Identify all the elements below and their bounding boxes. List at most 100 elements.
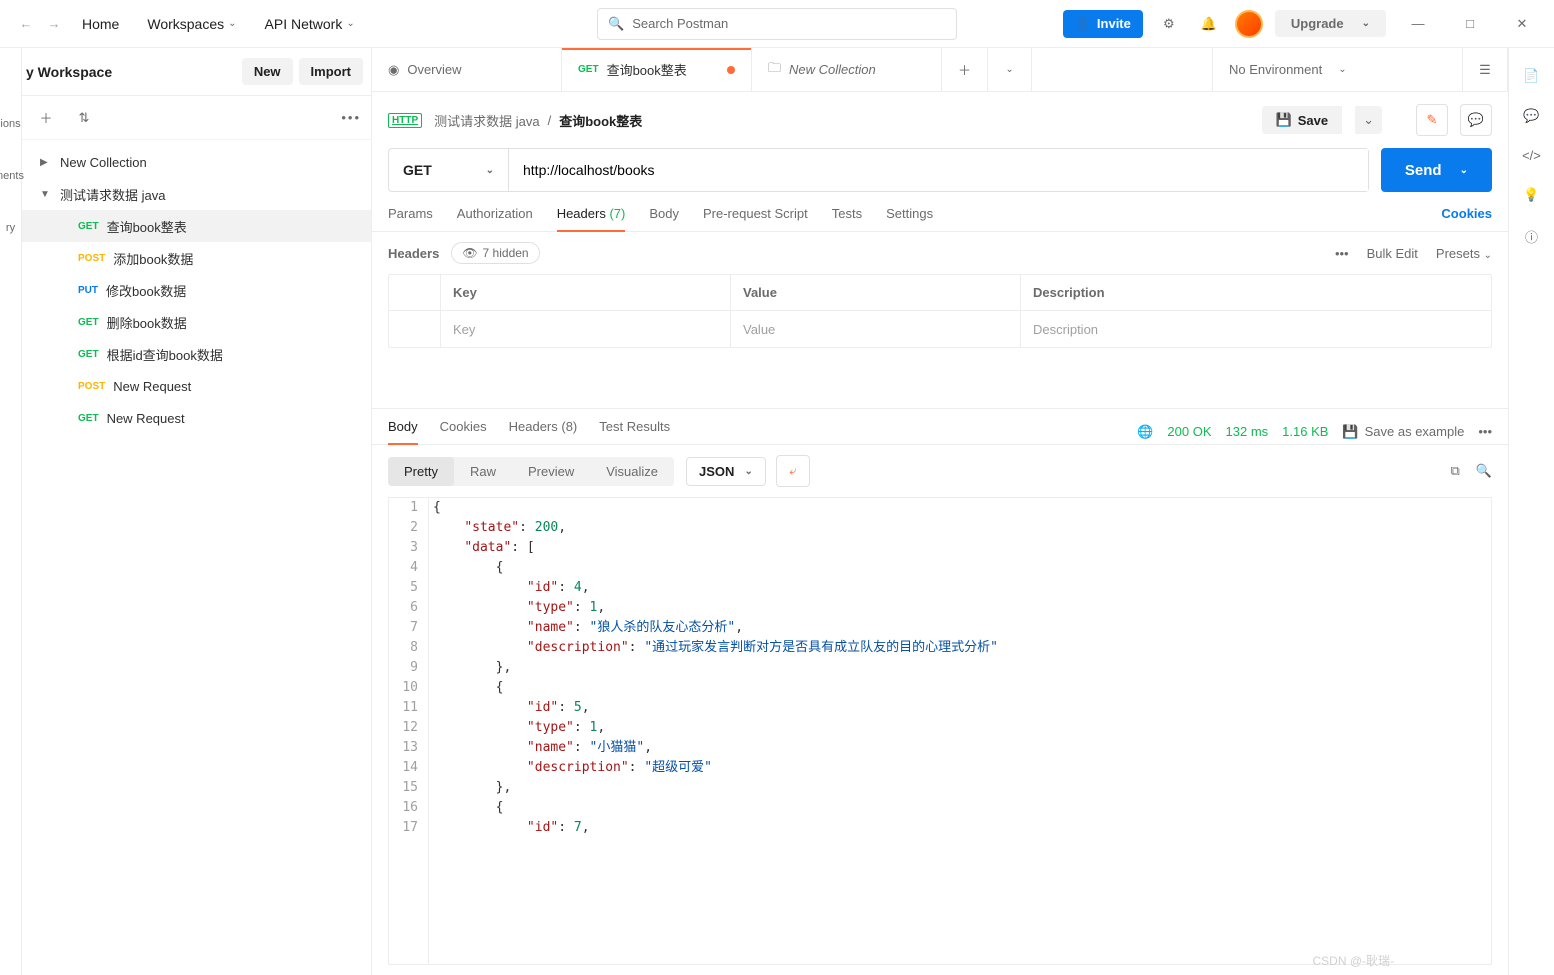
- sidebar-request[interactable]: POST添加book数据: [22, 242, 371, 274]
- sidebar-folder[interactable]: ▶New Collection: [22, 146, 371, 178]
- sidebar-folder[interactable]: ▼测试请求数据 java: [22, 178, 371, 210]
- tab-headers[interactable]: Headers (7): [557, 206, 626, 231]
- editor-tab[interactable]: GET查询book整表: [562, 48, 752, 91]
- resp-tab-test-results[interactable]: Test Results: [599, 419, 670, 444]
- more-icon[interactable]: •••: [1478, 424, 1492, 439]
- sidebar-request[interactable]: PUT修改book数据: [22, 274, 371, 306]
- breadcrumb: 测试请求数据 java / 查询book整表: [434, 111, 642, 130]
- new-tab-button[interactable]: ＋: [942, 48, 988, 91]
- header-value-input[interactable]: Value: [731, 311, 1021, 347]
- http-badge: HTTP: [388, 113, 422, 128]
- hidden-headers-badge[interactable]: 👁7 hidden: [451, 242, 539, 264]
- invite-button[interactable]: 👤Invite: [1063, 10, 1143, 38]
- chevron-down-icon: ⌄: [346, 18, 354, 29]
- header-key-input[interactable]: Key: [441, 311, 731, 347]
- format-select[interactable]: JSON⌄: [686, 457, 766, 486]
- view-raw[interactable]: Raw: [454, 457, 512, 486]
- sidebar-request[interactable]: POSTNew Request: [22, 370, 371, 402]
- presets-dropdown[interactable]: Presets ⌄: [1436, 246, 1492, 261]
- import-button[interactable]: Import: [299, 58, 363, 85]
- resp-tab-headers[interactable]: Headers (8): [509, 419, 578, 444]
- unsaved-indicator: [727, 66, 735, 74]
- request-name: 查询book整表: [559, 111, 642, 130]
- search-input[interactable]: 🔍 Search Postman: [597, 8, 957, 40]
- wrap-lines-icon[interactable]: ⤶: [776, 455, 810, 487]
- view-visualize[interactable]: Visualize: [590, 457, 674, 486]
- tips-icon[interactable]: 💡: [1523, 187, 1539, 203]
- nav-home[interactable]: Home: [68, 16, 133, 32]
- info-icon[interactable]: ⓘ: [1525, 227, 1538, 246]
- method-badge: GET: [78, 221, 99, 232]
- search-response-icon[interactable]: 🔍: [1476, 463, 1492, 479]
- tab-prerequest[interactable]: Pre-request Script: [703, 206, 808, 231]
- copy-icon[interactable]: ⧉: [1451, 463, 1460, 479]
- chevron-icon: ▶: [40, 157, 52, 168]
- save-as-example[interactable]: 💾Save as example: [1342, 424, 1464, 440]
- nav-back-icon[interactable]: ←: [12, 10, 40, 38]
- tab-params[interactable]: Params: [388, 206, 433, 231]
- tab-tests[interactable]: Tests: [832, 206, 862, 231]
- save-dropdown[interactable]: ⌄: [1355, 106, 1382, 134]
- editor-tab[interactable]: 🗀New Collection: [752, 48, 942, 91]
- method-badge: GET: [78, 317, 99, 328]
- view-preview[interactable]: Preview: [512, 457, 590, 486]
- response-size: 1.16 KB: [1282, 424, 1328, 439]
- comment-icon[interactable]: 💬: [1460, 104, 1492, 136]
- upgrade-button[interactable]: Upgrade⌄: [1275, 10, 1386, 37]
- header-desc-input[interactable]: Description: [1021, 311, 1491, 347]
- nav-forward-icon[interactable]: →: [40, 10, 68, 38]
- resp-tab-body[interactable]: Body: [388, 419, 418, 444]
- new-button[interactable]: New: [242, 58, 293, 85]
- docs-icon[interactable]: 📄: [1523, 68, 1539, 84]
- tab-settings[interactable]: Settings: [886, 206, 933, 231]
- editor-tab[interactable]: ◉Overview: [372, 48, 562, 91]
- avatar[interactable]: [1235, 10, 1263, 38]
- collection-icon: 🗀: [768, 59, 781, 81]
- view-pretty[interactable]: Pretty: [388, 457, 454, 486]
- cookies-link[interactable]: Cookies: [1441, 206, 1492, 231]
- url-input[interactable]: [509, 149, 1368, 191]
- sidebar-request[interactable]: GET删除book数据: [22, 306, 371, 338]
- comments-icon[interactable]: 💬: [1523, 108, 1539, 124]
- bulk-edit-link[interactable]: Bulk Edit: [1367, 246, 1418, 261]
- settings-icon[interactable]: ⚙: [1155, 10, 1183, 38]
- resp-tab-cookies[interactable]: Cookies: [440, 419, 487, 444]
- sidebar-request[interactable]: GETNew Request: [22, 402, 371, 434]
- add-icon[interactable]: ＋: [32, 104, 60, 132]
- collections-rail: ions nents ry: [0, 48, 22, 975]
- window-minimize-icon[interactable]: —: [1398, 4, 1438, 44]
- nav-workspaces[interactable]: Workspaces⌄: [133, 16, 250, 32]
- method-select[interactable]: GET⌄: [389, 149, 509, 191]
- tabs-dropdown[interactable]: ⌄: [988, 48, 1032, 91]
- col-key: Key: [441, 275, 731, 310]
- chevron-icon: ▼: [40, 189, 52, 200]
- edit-icon[interactable]: ✎: [1416, 104, 1448, 136]
- notifications-icon[interactable]: 🔔: [1195, 10, 1223, 38]
- globe-icon[interactable]: 🌐: [1137, 424, 1153, 440]
- more-icon[interactable]: •••: [341, 110, 361, 125]
- overview-icon: ◉: [388, 62, 399, 78]
- sidebar-request[interactable]: GET根据id查询book数据: [22, 338, 371, 370]
- topbar: ← → Home Workspaces⌄ API Network⌄ 🔍 Sear…: [0, 0, 1554, 48]
- eye-icon: 👁: [462, 246, 477, 260]
- tab-authorization[interactable]: Authorization: [457, 206, 533, 231]
- window-maximize-icon[interactable]: □: [1450, 4, 1490, 44]
- chevron-down-icon: ⌄: [228, 18, 236, 29]
- collections-tree: ▶New Collection▼测试请求数据 javaGET查询book整表PO…: [22, 140, 371, 440]
- tab-body[interactable]: Body: [649, 206, 679, 231]
- window-close-icon[interactable]: ✕: [1502, 4, 1542, 44]
- filter-icon[interactable]: ⇅: [70, 104, 98, 132]
- more-icon[interactable]: •••: [1335, 246, 1349, 261]
- environment-select[interactable]: No Environment⌄: [1212, 48, 1462, 91]
- code-icon[interactable]: </>: [1522, 148, 1541, 163]
- method-badge: GET: [78, 349, 99, 360]
- nav-api-network[interactable]: API Network⌄: [251, 16, 369, 32]
- save-button[interactable]: 💾Save: [1262, 106, 1343, 134]
- send-button[interactable]: Send⌄: [1381, 148, 1492, 192]
- sidebar-request[interactable]: GET查询book整表: [22, 210, 371, 242]
- person-add-icon: 👤: [1075, 16, 1091, 32]
- sidebar: y Workspace New Import ＋ ⇅ ••• ▶New Coll…: [22, 48, 372, 975]
- environment-quicklook-icon[interactable]: ☰: [1462, 48, 1508, 91]
- method-badge: GET: [578, 64, 599, 75]
- search-icon: 🔍: [608, 16, 624, 32]
